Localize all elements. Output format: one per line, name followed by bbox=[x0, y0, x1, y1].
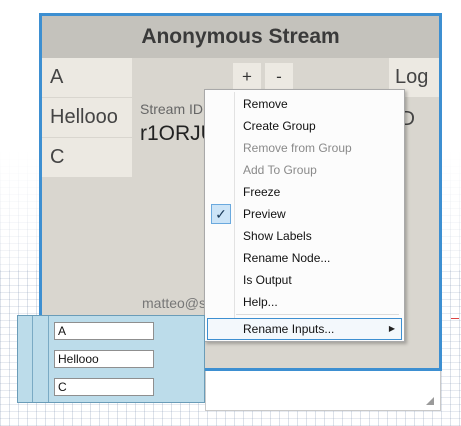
menu-item-preview[interactable]: ✓ Preview bbox=[207, 203, 402, 225]
node-context-menu: Remove Create Group Remove from Group Ad… bbox=[204, 89, 405, 342]
popup-divider bbox=[48, 316, 49, 402]
menu-item-remove[interactable]: Remove bbox=[207, 93, 402, 115]
input-name-field-a[interactable]: A bbox=[54, 322, 154, 340]
menu-item-label: Preview bbox=[243, 207, 286, 221]
menu-item-remove-from-group: Remove from Group bbox=[207, 137, 402, 159]
submenu-arrow-icon: ▶ bbox=[388, 324, 395, 333]
menu-item-rename-node[interactable]: Rename Node... bbox=[207, 247, 402, 269]
menu-item-create-group[interactable]: Create Group bbox=[207, 115, 402, 137]
menu-item-label: Show Labels bbox=[243, 229, 312, 243]
menu-item-freeze[interactable]: Freeze bbox=[207, 181, 402, 203]
menu-item-label: Help... bbox=[243, 295, 278, 309]
menu-item-add-to-group: Add To Group bbox=[207, 159, 402, 181]
input-port-a[interactable]: A bbox=[42, 58, 132, 97]
input-port-hellooo[interactable]: Hellooo bbox=[42, 98, 132, 137]
input-name-field-c[interactable]: C bbox=[54, 378, 154, 396]
add-input-button[interactable]: + bbox=[233, 63, 261, 91]
node-title[interactable]: Anonymous Stream bbox=[42, 16, 439, 58]
menu-item-label: Remove from Group bbox=[243, 141, 352, 155]
menu-item-help[interactable]: Help... bbox=[207, 291, 402, 313]
menu-item-label: Add To Group bbox=[243, 163, 317, 177]
menu-separator bbox=[236, 314, 399, 315]
input-name-field-hellooo[interactable]: Hellooo bbox=[54, 350, 154, 368]
menu-item-label: Remove bbox=[243, 97, 288, 111]
checkmark-icon: ✓ bbox=[211, 204, 231, 224]
menu-item-rename-inputs[interactable]: Rename Inputs... ▶ bbox=[207, 318, 402, 340]
menu-item-label: Create Group bbox=[243, 119, 316, 133]
resize-grip-icon[interactable] bbox=[426, 397, 434, 405]
rename-inputs-popup: A Hellooo C bbox=[17, 315, 205, 403]
menu-item-label: Rename Node... bbox=[243, 251, 331, 265]
menu-item-is-output[interactable]: Is Output bbox=[207, 269, 402, 291]
input-port-c[interactable]: C bbox=[42, 138, 132, 177]
edge-marker bbox=[451, 318, 459, 319]
user-email: matteo@s bbox=[142, 295, 207, 311]
remove-input-button[interactable]: - bbox=[265, 63, 293, 91]
menu-item-label: Freeze bbox=[243, 185, 281, 199]
node-preview-panel bbox=[205, 369, 441, 411]
popup-divider bbox=[32, 316, 33, 402]
menu-item-show-labels[interactable]: Show Labels bbox=[207, 225, 402, 247]
menu-item-label: Rename Inputs... bbox=[243, 322, 335, 336]
stream-id-label: Stream ID bbox=[140, 101, 204, 117]
menu-item-label: Is Output bbox=[243, 273, 292, 287]
